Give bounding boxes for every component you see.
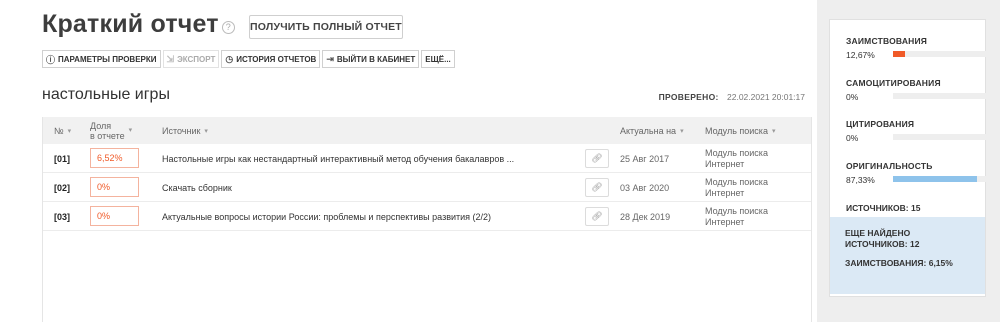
column-actual-header[interactable]: Актуальна на ▾ — [620, 117, 684, 144]
row-number: [01] — [54, 153, 71, 164]
page-title: Краткий отчет — [42, 10, 219, 38]
row-module: Модуль поиска Интернет — [705, 144, 768, 173]
column-actual-label: Актуальна на — [620, 125, 677, 136]
exit-to-cabinet-button[interactable]: ⇥ ВЫЙТИ В КАБИНЕТ — [322, 50, 420, 68]
row-number: [02] — [54, 182, 71, 193]
self-citation-value: 0% — [846, 92, 859, 102]
checked-value: 22.02.2021 20:01:17 — [727, 92, 805, 102]
info-icon: ⓘ — [46, 54, 56, 65]
row-share: 0% — [90, 206, 139, 226]
table-row[interactable]: [01] 6,52% Настольные игры как нестандар… — [43, 144, 811, 173]
summary-panel: ЗАИМСТВОВАНИЯ 12,67% САМОЦИТИРОВАНИЯ 0% … — [829, 19, 989, 297]
exit-to-cabinet-label: ВЫЙТИ В КАБИНЕТ — [336, 54, 416, 64]
row-module: Модуль поиска Интернет — [705, 173, 768, 202]
borrowings-label: ЗАИМСТВОВАНИЯ — [846, 36, 928, 46]
more-found-panel[interactable]: ЕЩЕ НАЙДЕНО ИСТОЧНИКОВ: 12 ЗАИМСТВОВАНИЯ… — [830, 217, 985, 294]
more-button[interactable]: ЕЩЁ... — [421, 50, 455, 68]
originality-bar — [893, 176, 989, 182]
checked-date: ПРОВЕРЕНО: 22.02.2021 20:01:17 — [659, 92, 805, 102]
originality-value: 87,33% — [846, 175, 875, 185]
originality-label: ОРИГИНАЛЬНОСТЬ — [846, 161, 933, 171]
link-icon[interactable]: 🔗︎ — [585, 149, 609, 168]
row-source[interactable]: Настольные игры как нестандартный интера… — [162, 144, 514, 173]
export-label: ЭКСПОРТ — [177, 54, 216, 64]
table-header: № ▾ Доля в отчете ▾ Источник ▾ Актуальна… — [43, 117, 811, 144]
row-number: [03] — [54, 211, 71, 222]
report-history-button[interactable]: ◷ ИСТОРИЯ ОТЧЕТОВ — [221, 50, 321, 68]
more-found-borrowings: ЗАИМСТВОВАНИЯ: 6,15% — [845, 258, 953, 268]
row-module-line1: Модуль поиска — [705, 205, 768, 216]
title-row: Краткий отчет ? — [42, 10, 235, 39]
row-module-line2: Интернет — [705, 187, 745, 198]
chevron-down-icon: ▾ — [67, 127, 72, 135]
originality-metric: ОРИГИНАЛЬНОСТЬ 87,33% — [846, 161, 989, 185]
self-citation-metric: САМОЦИТИРОВАНИЯ 0% — [846, 78, 989, 102]
citation-label: ЦИТИРОВАНИЯ — [846, 119, 915, 129]
column-number-header[interactable]: № ▾ — [54, 117, 71, 144]
row-module-line1: Модуль поиска — [705, 176, 768, 187]
chevron-down-icon: ▾ — [128, 126, 133, 134]
row-share: 0% — [90, 177, 139, 197]
citation-metric: ЦИТИРОВАНИЯ 0% — [846, 119, 989, 143]
self-citation-bar — [893, 93, 989, 99]
toolbar: ⓘ ПАРАМЕТРЫ ПРОВЕРКИ ⇲ ЭКСПОРТ ◷ ИСТОРИЯ… — [42, 50, 457, 68]
borrowings-bar-fill — [893, 51, 906, 57]
row-module-line2: Интернет — [705, 216, 745, 227]
document-subject: настольные игры — [42, 86, 170, 103]
row-source[interactable]: Актуальные вопросы истории России: пробл… — [162, 202, 491, 231]
history-icon: ◷ — [225, 53, 234, 64]
column-share-label-line1: Доля — [90, 120, 112, 131]
column-share-label-line2: в отчете — [90, 130, 125, 141]
get-full-report-button[interactable]: ПОЛУЧИТЬ ПОЛНЫЙ ОТЧЕТ — [249, 15, 403, 39]
link-icon[interactable]: 🔗︎ — [585, 207, 609, 226]
row-date: 25 Авг 2017 — [620, 153, 670, 164]
checked-label: ПРОВЕРЕНО: — [658, 92, 719, 102]
borrowings-value: 12,67% — [846, 50, 875, 60]
sources-count: ИСТОЧНИКОВ: 15 — [846, 203, 921, 213]
column-module-header[interactable]: Модуль поиска ▾ — [705, 117, 775, 144]
column-source-header[interactable]: Источник ▾ — [162, 117, 208, 144]
citation-value: 0% — [846, 133, 859, 143]
row-share: 6,52% — [90, 148, 139, 168]
report-history-label: ИСТОРИЯ ОТЧЕТОВ — [236, 54, 317, 64]
exit-icon: ⇥ — [326, 53, 334, 64]
row-module: Модуль поиска Интернет — [705, 202, 768, 231]
row-date: 28 Дек 2019 — [620, 211, 671, 222]
report-page: Краткий отчет ? ПОЛУЧИТЬ ПОЛНЫЙ ОТЧЕТ ⓘ … — [0, 0, 1000, 322]
borrowings-metric: ЗАИМСТВОВАНИЯ 12,67% — [846, 36, 989, 60]
table-row[interactable]: [03] 0% Актуальные вопросы истории Росси… — [43, 202, 811, 231]
chevron-down-icon: ▾ — [204, 127, 208, 135]
originality-bar-fill — [893, 176, 977, 182]
link-icon[interactable]: 🔗︎ — [585, 178, 609, 197]
column-share-header[interactable]: Доля в отчете ▾ — [90, 117, 132, 144]
help-icon[interactable]: ? — [221, 21, 235, 34]
row-module-line2: Интернет — [705, 158, 745, 169]
chevron-down-icon: ▾ — [771, 127, 776, 135]
column-module-label: Модуль поиска — [705, 125, 768, 136]
column-share-label: Доля в отчете — [90, 121, 125, 141]
row-module-line1: Модуль поиска — [705, 147, 768, 158]
column-number-label: № — [54, 125, 64, 136]
table-row[interactable]: [02] 0% Скачать сборник 🔗︎ 03 Авг 2020 М… — [43, 173, 811, 202]
self-citation-label: САМОЦИТИРОВАНИЯ — [846, 78, 941, 88]
export-button[interactable]: ⇲ ЭКСПОРТ — [162, 50, 220, 68]
citation-bar — [893, 134, 989, 140]
sources-table: № ▾ Доля в отчете ▾ Источник ▾ Актуальна… — [42, 117, 812, 322]
chevron-down-icon: ▾ — [680, 127, 684, 135]
row-date: 03 Авг 2020 — [620, 182, 670, 193]
check-params-button[interactable]: ⓘ ПАРАМЕТРЫ ПРОВЕРКИ — [42, 50, 161, 68]
column-source-label: Источник — [162, 125, 201, 136]
check-params-label: ПАРАМЕТРЫ ПРОВЕРКИ — [58, 54, 157, 64]
export-icon: ⇲ — [166, 53, 175, 64]
borrowings-bar — [893, 51, 989, 57]
more-found-sources: ЕЩЕ НАЙДЕНО ИСТОЧНИКОВ: 12 — [845, 228, 920, 249]
row-source[interactable]: Скачать сборник — [162, 173, 232, 202]
